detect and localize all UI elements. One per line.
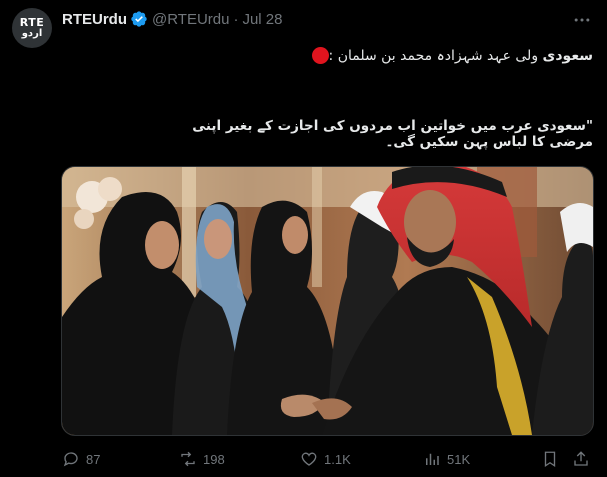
views-button[interactable]: 51K — [423, 448, 470, 470]
avatar-text-top: RTE — [19, 16, 45, 29]
bookmark-icon — [544, 451, 556, 468]
views-chart-icon — [426, 453, 439, 465]
like-button[interactable]: 1.1K — [300, 448, 351, 470]
heart-icon — [301, 452, 317, 466]
reply-button[interactable]: 87 — [62, 448, 100, 470]
avatar[interactable]: RTE اردو — [12, 8, 52, 48]
share-button[interactable] — [572, 448, 590, 470]
post-date[interactable]: Jul 28 — [242, 11, 282, 28]
display-name[interactable]: RTEUrdu — [62, 11, 127, 28]
repost-count: 198 — [203, 451, 225, 467]
reply-count: 87 — [86, 451, 101, 467]
post-text-line1-bold: سعودی — [542, 47, 593, 64]
repost-button[interactable]: 198 — [179, 448, 225, 470]
post-text-line2: "سعودی عرب میں خواتین اب مردوں کی اجازت … — [192, 118, 593, 150]
tweet-header: RTEUrdu @RTEUrdu · Jul 28 — [62, 9, 283, 29]
repost-icon — [181, 451, 195, 467]
tweet-actions: 87 198 1.1K 51K — [62, 448, 592, 470]
verified-badge-icon — [131, 11, 147, 27]
post-text-line1: سعودی ولی عہد شہزادہ محمد بن سلمان : — [306, 47, 593, 64]
post-photo[interactable] — [61, 166, 594, 436]
bookmark-button[interactable] — [541, 448, 559, 470]
post-text-line1-rest: ولی عہد شہزادہ محمد بن سلمان : — [328, 47, 543, 64]
handle[interactable]: @RTEUrdu — [152, 11, 229, 28]
tweet[interactable]: RTE اردو RTEUrdu @RTEUrdu · Jul 28 سعودی… — [0, 0, 607, 477]
red-bullet-icon — [311, 47, 329, 64]
separator-dot: · — [233, 10, 239, 28]
reply-icon — [63, 452, 78, 467]
views-count: 51K — [447, 451, 471, 467]
post-text-line1-content: سعودی ولی عہد شہزادہ محمد بن سلمان : — [329, 48, 593, 64]
more-dots-icon[interactable] — [572, 10, 592, 30]
share-icon — [574, 451, 588, 466]
avatar-text-bottom: اردو — [21, 28, 43, 39]
photo-illustration — [62, 167, 593, 435]
like-count: 1.1K — [324, 451, 351, 467]
